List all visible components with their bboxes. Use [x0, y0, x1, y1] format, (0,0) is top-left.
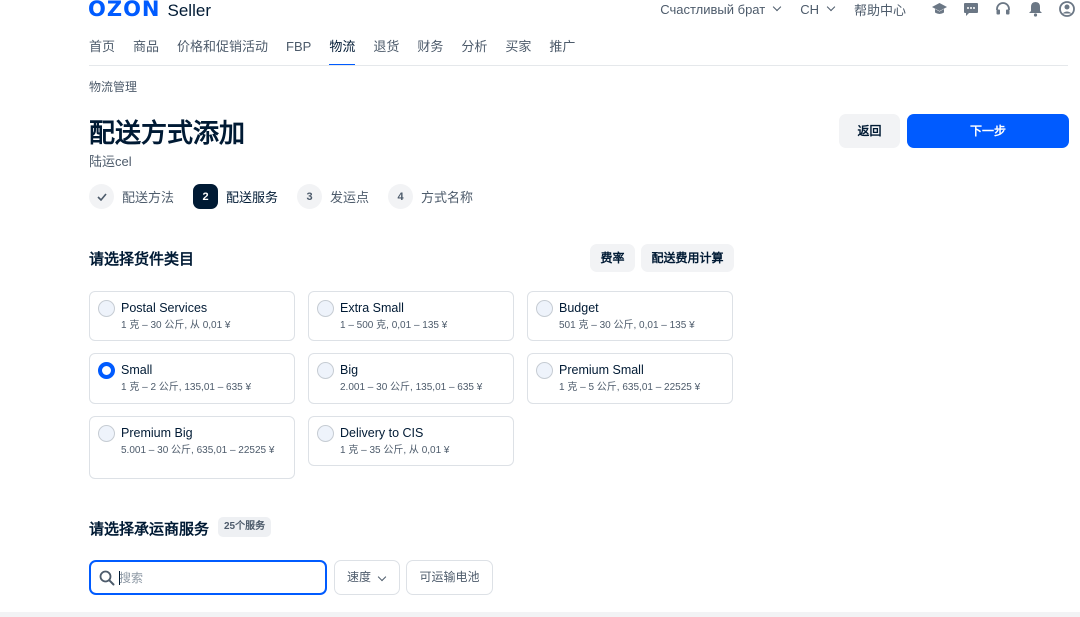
back-button[interactable]: 返回: [839, 114, 900, 148]
card-title: Premium Small: [559, 363, 644, 377]
ozon-seller-logo[interactable]: OZON Seller: [88, 0, 211, 21]
card-description: 1 – 500 克, 0,01 – 135 ¥: [340, 320, 448, 331]
step-label: 配送方法: [122, 190, 175, 205]
card-title: Small: [121, 363, 153, 377]
help-center-label: 帮助中心: [853, 2, 906, 18]
account-name: Счастливый брат: [660, 1, 766, 17]
shipping-cost-calc-button[interactable]: 配送费用计算: [641, 244, 734, 272]
logo-brand: OZON: [88, 0, 161, 21]
radio-button[interactable]: [317, 300, 334, 317]
card-title: Premium Big: [121, 426, 193, 440]
card-description: 1 克 – 2 公斤, 135,01 – 635 ¥: [121, 382, 252, 393]
search-icon: [99, 570, 115, 586]
main-nav: 首页 商品 价格和促销活动 FBP 物流 退货 财务 分析 买家 推广: [89, 38, 593, 66]
category-card-postal-services[interactable]: Postal Services 1 克 – 30 公斤, 从 0,01 ¥: [89, 291, 295, 341]
radio-button[interactable]: [317, 425, 334, 442]
category-card-delivery-to-cis[interactable]: Delivery to CIS 1 克 – 35 公斤, 从 0,01 ¥: [308, 416, 514, 466]
card-title: Extra Small: [340, 301, 404, 315]
nav-item-fbp[interactable]: FBP: [286, 38, 311, 66]
category-card-big[interactable]: Big 2.001 – 30 公斤, 135,01 – 635 ¥: [308, 353, 514, 404]
language-switcher[interactable]: CH: [800, 1, 836, 17]
nav-item-pricing[interactable]: 价格和促销活动: [177, 38, 268, 66]
chevron-down-icon: [772, 2, 782, 12]
nav-item-buyers[interactable]: 买家: [505, 38, 531, 66]
user-icon[interactable]: [1058, 0, 1076, 18]
step-3[interactable]: 3 发运点: [297, 184, 369, 209]
radio-button[interactable]: [317, 362, 334, 379]
graduation-cap-icon[interactable]: [930, 0, 948, 18]
radio-button[interactable]: [98, 300, 115, 317]
top-right-menu: Счастливый брат CH 帮助中心: [660, 0, 1080, 18]
breadcrumb[interactable]: 物流管理: [89, 78, 137, 95]
speed-select[interactable]: 速度: [334, 560, 400, 595]
nav-divider: [89, 65, 1068, 66]
step-4[interactable]: 4 方式名称: [388, 184, 473, 209]
account-switcher[interactable]: Счастливый брат: [660, 1, 782, 17]
rates-button[interactable]: 费率: [590, 244, 635, 272]
carrier-section-title: 请选择承运商服务: [89, 521, 210, 538]
search-field[interactable]: [89, 560, 327, 595]
bell-icon[interactable]: [1026, 0, 1044, 18]
stepper: 配送方法 2 配送服务 3 发运点 4 方式名称: [89, 184, 492, 209]
page-bottom-edge: [0, 612, 1080, 617]
logo-product: Seller: [167, 1, 211, 20]
nav-item-products[interactable]: 商品: [133, 38, 159, 66]
top-bar: OZON Seller Счастливый брат CH 帮助中心: [0, 0, 1080, 26]
language-label: CH: [800, 1, 819, 17]
category-card-premium-small[interactable]: Premium Small 1 克 – 5 公斤, 635,01 – 22525…: [527, 353, 733, 404]
radio-button[interactable]: [536, 362, 553, 379]
step-1[interactable]: 配送方法: [89, 184, 174, 209]
radio-button-checked[interactable]: [98, 362, 115, 379]
page-title: 配送方式添加: [89, 118, 246, 148]
step-number: 2: [193, 184, 219, 209]
nav-item-finance[interactable]: 财务: [417, 38, 443, 66]
speed-select-label: 速度: [347, 570, 372, 584]
step-label: 发运点: [330, 190, 370, 205]
nav-item-returns[interactable]: 退货: [373, 38, 399, 66]
card-title: Budget: [559, 301, 599, 315]
step-number: 3: [297, 184, 323, 209]
text-caret: [119, 571, 120, 585]
check-icon: [96, 192, 107, 201]
card-title: Postal Services: [121, 301, 208, 315]
card-description: 5.001 – 30 公斤, 635,01 – 22525 ¥: [121, 445, 275, 456]
radio-button[interactable]: [98, 425, 115, 442]
nav-item-analytics[interactable]: 分析: [461, 38, 487, 66]
category-card-budget[interactable]: Budget 501 克 – 30 公斤, 0,01 – 135 ¥: [527, 291, 733, 341]
step-done-check: [89, 184, 114, 209]
nav-item-home[interactable]: 首页: [89, 38, 115, 66]
step-number: 4: [388, 184, 414, 209]
chevron-down-icon: [826, 2, 836, 12]
card-title: Delivery to CIS: [340, 426, 424, 440]
chat-icon[interactable]: [962, 0, 980, 18]
help-center-link[interactable]: 帮助中心: [854, 0, 906, 19]
card-description: 501 克 – 30 公斤, 0,01 – 135 ¥: [559, 320, 695, 331]
headset-icon[interactable]: [994, 0, 1012, 18]
radio-button[interactable]: [536, 300, 553, 317]
category-card-small[interactable]: Small 1 克 – 2 公斤, 135,01 – 635 ¥: [89, 353, 295, 404]
category-card-premium-big[interactable]: Premium Big 5.001 – 30 公斤, 635,01 – 2252…: [89, 416, 295, 479]
category-section-title: 请选择货件类目: [89, 251, 195, 268]
card-description: 2.001 – 30 公斤, 135,01 – 635 ¥: [340, 382, 483, 393]
card-description: 1 克 – 35 公斤, 从 0,01 ¥: [340, 445, 450, 456]
nav-item-promotion[interactable]: 推广: [549, 38, 575, 66]
service-count-badge: 25个服务: [218, 517, 272, 537]
nav-item-logistics[interactable]: 物流: [329, 38, 356, 66]
next-button[interactable]: 下一步: [907, 114, 1069, 148]
step-label: 方式名称: [421, 190, 474, 205]
chevron-down-icon: [377, 572, 387, 582]
search-input[interactable]: [119, 569, 319, 587]
step-label: 配送服务: [226, 190, 279, 205]
card-description: 1 克 – 5 公斤, 635,01 – 22525 ¥: [559, 382, 701, 393]
category-card-extra-small[interactable]: Extra Small 1 – 500 克, 0,01 – 135 ¥: [308, 291, 514, 341]
card-title: Big: [340, 363, 359, 377]
battery-filter-button[interactable]: 可运输电池: [406, 560, 493, 595]
card-description: 1 克 – 30 公斤, 从 0,01 ¥: [121, 320, 231, 331]
step-2[interactable]: 2 配送服务: [193, 184, 278, 209]
page-subtitle: 陆运cel: [89, 154, 132, 169]
